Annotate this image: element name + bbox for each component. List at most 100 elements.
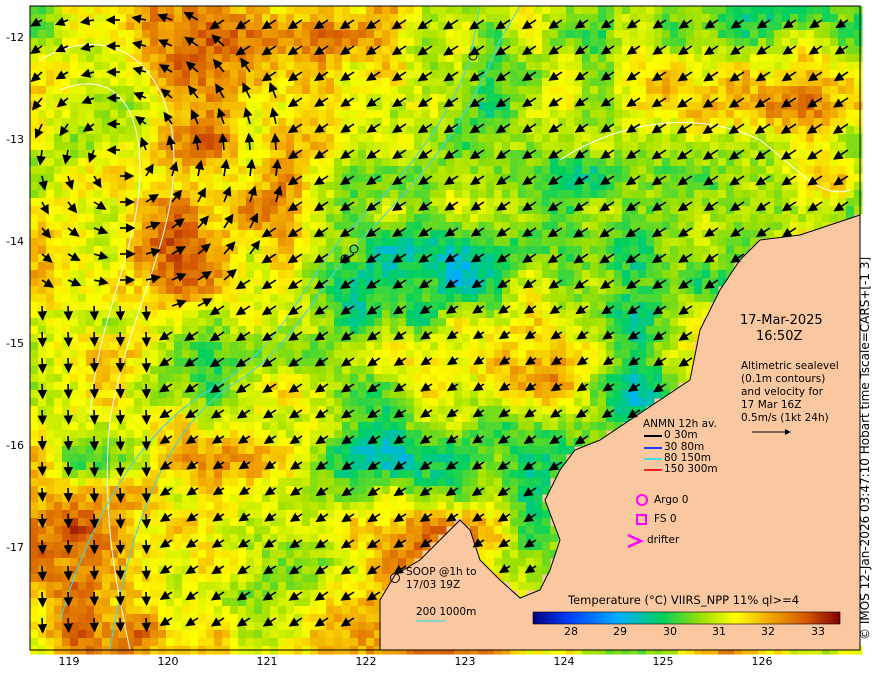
velocity-arrow: [37, 435, 48, 451]
x-tick: 123: [454, 655, 476, 668]
velocity-arrow: [141, 435, 152, 451]
velocity-arrow: [63, 617, 74, 634]
y-tick: -13: [6, 133, 24, 146]
fs-label: FS 0: [654, 513, 677, 525]
velocity-arrow: [89, 565, 100, 581]
velocity-arrow: [115, 305, 126, 321]
altimetry-line: (0.1m contours): [741, 373, 826, 385]
altimetry-line: and velocity for: [741, 386, 823, 398]
velocity-arrow: [89, 487, 100, 504]
velocity-arrow: [141, 461, 152, 478]
altimetry-line: 0.5m/s (1kt 24h): [741, 412, 829, 424]
velocity-arrow: [115, 357, 126, 373]
velocity-arrow: [63, 383, 74, 400]
colorbar: [532, 611, 841, 625]
x-tick: 126: [751, 655, 773, 668]
velocity-arrow: [89, 513, 100, 529]
velocity-arrow: [141, 539, 152, 555]
velocity-arrow: [89, 461, 100, 478]
velocity-arrow: [115, 487, 126, 504]
velocity-arrow: [141, 513, 152, 529]
velocity-arrow: [37, 357, 48, 374]
y-tick: -14: [6, 235, 24, 248]
velocity-arrow: [115, 331, 126, 347]
velocity-arrow: [37, 617, 48, 634]
velocity-arrow: [89, 357, 100, 373]
velocity-arrow: [89, 305, 100, 321]
velocity-arrow: [37, 487, 48, 503]
velocity-arrow: [37, 461, 48, 477]
velocity-arrow: [89, 617, 100, 633]
velocity-arrow: [115, 539, 126, 555]
y-tick: -17: [6, 541, 24, 554]
velocity-arrow: [37, 305, 48, 321]
velocity-arrow: [141, 331, 152, 347]
x-tick: 125: [652, 655, 674, 668]
anmn-depth-label: 150 300m: [664, 463, 718, 475]
colorbar-tick: 31: [712, 625, 726, 638]
velocity-arrow: [63, 435, 74, 451]
altimetry-line: 17 Mar 16Z: [741, 399, 802, 411]
isobath-label: 200 1000m: [416, 606, 477, 618]
velocity-arrow: [141, 617, 152, 633]
velocity-arrow: [141, 409, 152, 425]
colorbar-tick: 28: [564, 625, 578, 638]
soop-label: SOOP @1h to: [406, 566, 477, 578]
velocity-arrow: [141, 383, 152, 399]
velocity-arrow: [63, 513, 74, 529]
velocity-arrow: [37, 565, 48, 582]
colorbar-title: Temperature (°C) VIIRS_NPP 11% ql>=4: [568, 593, 800, 607]
velocity-arrow: [141, 487, 152, 504]
altimetry-line: Altimetric sealevel: [741, 360, 839, 372]
x-tick: 120: [157, 655, 179, 668]
credit-text: © IMOS 12-Jan-2026 03:47:10 Hobart time …: [858, 256, 872, 640]
colorbar-tick: 30: [663, 625, 677, 638]
velocity-arrow: [63, 461, 74, 477]
velocity-arrow: [63, 591, 74, 607]
velocity-arrow: [141, 305, 152, 322]
drifter-label: drifter: [647, 534, 680, 546]
velocity-arrow: [63, 409, 74, 425]
velocity-arrow: [37, 331, 48, 348]
velocity-arrow: [89, 591, 100, 607]
velocity-arrow: [141, 591, 152, 607]
velocity-arrow: [115, 383, 126, 399]
velocity-arrow: [37, 383, 48, 400]
velocity-arrow: [63, 565, 74, 581]
time-label: 16:50Z: [756, 329, 803, 344]
colorbar-tick: 32: [761, 625, 775, 638]
anmn-depth-label: 0 30m: [664, 429, 698, 441]
velocity-arrow: [89, 383, 100, 399]
velocity-arrow: [115, 565, 126, 581]
x-tick: 122: [355, 655, 377, 668]
velocity-arrow: [63, 487, 74, 503]
colorbar-tick: 29: [613, 625, 627, 638]
velocity-arrow: [141, 357, 152, 373]
velocity-arrow: [115, 513, 126, 529]
velocity-arrow: [115, 617, 126, 633]
x-tick: 124: [553, 655, 575, 668]
velocity-arrow: [89, 331, 100, 347]
velocity-arrow: [37, 513, 48, 529]
velocity-arrow: [115, 461, 126, 478]
velocity-arrow: [89, 435, 100, 451]
velocity-arrow: [63, 305, 74, 321]
timestamp: 17-Mar-2025 16:50Z: [740, 313, 823, 345]
velocity-arrow: [115, 435, 126, 452]
velocity-arrow: [270, 132, 281, 151]
velocity-arrow: [141, 565, 152, 581]
velocity-arrow: [89, 409, 100, 425]
soop-label: 17/03 19Z: [406, 579, 461, 591]
altimetry-note: Altimetric sealevel (0.1m contours) and …: [741, 360, 839, 425]
colorbar-tick: 33: [811, 625, 825, 638]
velocity-arrow: [89, 539, 100, 555]
y-tick: -16: [6, 439, 24, 452]
velocity-arrow: [115, 409, 126, 425]
velocity-arrow: [37, 591, 48, 608]
x-tick: 121: [256, 655, 278, 668]
argo-label: Argo 0: [654, 494, 689, 506]
y-tick: -12: [6, 31, 24, 44]
velocity-arrow: [115, 591, 126, 606]
date-label: 17-Mar-2025: [740, 313, 823, 328]
velocity-arrow: [63, 331, 74, 348]
